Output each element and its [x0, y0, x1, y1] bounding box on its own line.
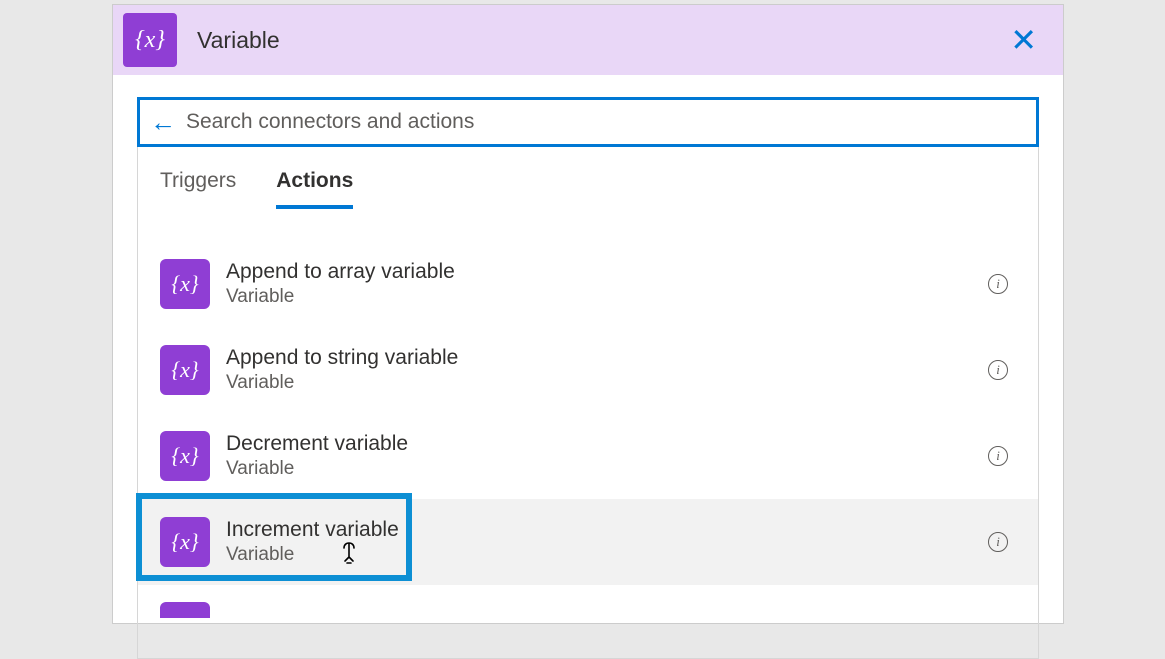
close-icon[interactable]: ✕	[1002, 21, 1045, 59]
action-subtitle: Variable	[226, 285, 988, 310]
action-append-array[interactable]: {x} Append to array variable Variable i	[138, 241, 1038, 327]
action-title: Decrement variable	[226, 430, 988, 457]
variable-icon: {x}	[160, 431, 210, 481]
back-arrow-icon[interactable]: ←	[150, 107, 176, 138]
action-decrement[interactable]: {x} Decrement variable Variable i	[138, 413, 1038, 499]
connector-panel: {x} Variable ✕ ← Triggers Actions {x} Ap…	[112, 4, 1064, 624]
search-bar[interactable]: ←	[137, 97, 1039, 147]
content-box: Triggers Actions {x} Append to array var…	[137, 147, 1039, 659]
action-subtitle: Variable	[226, 371, 988, 396]
panel-title: Variable	[197, 27, 1002, 54]
action-partial	[138, 585, 1038, 618]
info-icon[interactable]: i	[988, 274, 1008, 294]
info-icon[interactable]: i	[988, 532, 1008, 552]
panel-header: {x} Variable ✕	[113, 5, 1063, 75]
tab-triggers[interactable]: Triggers	[160, 169, 236, 209]
search-input[interactable]	[186, 110, 1026, 134]
action-subtitle: Variable	[226, 543, 988, 568]
action-append-string[interactable]: {x} Append to string variable Variable i	[138, 327, 1038, 413]
variable-icon: {x}	[160, 517, 210, 567]
tabs: Triggers Actions	[138, 147, 1038, 209]
info-icon[interactable]: i	[988, 360, 1008, 380]
action-title: Append to array variable	[226, 258, 988, 285]
action-title: Increment variable	[226, 516, 988, 543]
action-title: Append to string variable	[226, 344, 988, 371]
panel-body: ← Triggers Actions {x} Append to array v…	[113, 75, 1063, 659]
action-list: {x} Append to array variable Variable i …	[138, 209, 1038, 618]
variable-icon: {x}	[123, 13, 177, 67]
info-icon[interactable]: i	[988, 446, 1008, 466]
action-increment[interactable]: {x} Increment variable Variable i	[138, 499, 1038, 585]
variable-icon: {x}	[160, 345, 210, 395]
variable-icon: {x}	[160, 259, 210, 309]
tab-actions[interactable]: Actions	[276, 169, 353, 209]
action-subtitle: Variable	[226, 457, 988, 482]
variable-icon	[160, 602, 210, 618]
